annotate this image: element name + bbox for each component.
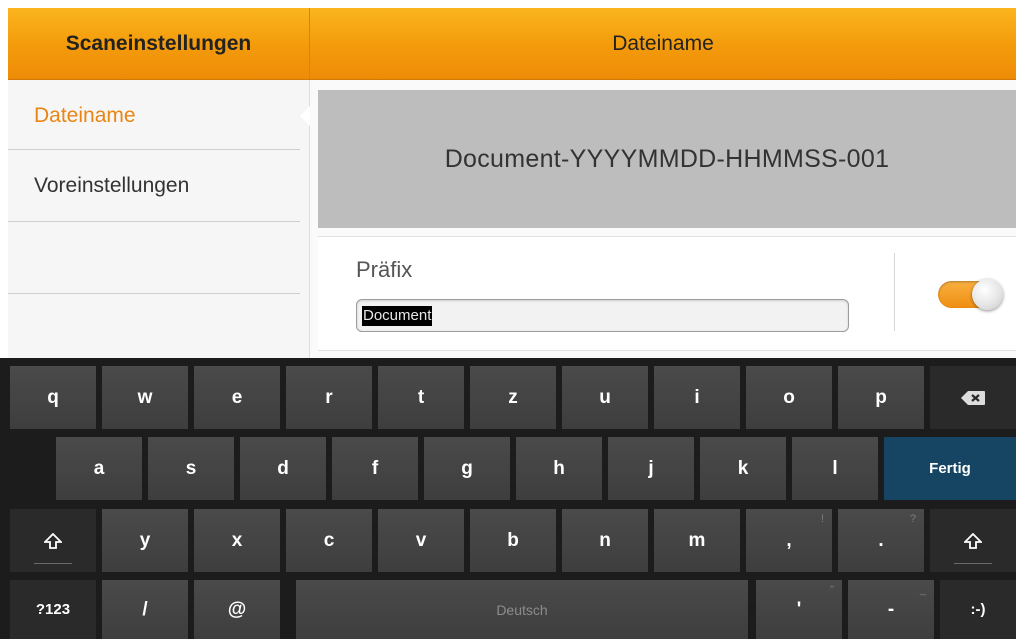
key-t[interactable]: t — [378, 366, 464, 429]
shift-icon — [44, 532, 62, 549]
divider — [894, 253, 895, 331]
key-dash-hint: _ — [919, 584, 926, 596]
header-bar: Scaneinstellungen Dateiname — [8, 8, 1016, 80]
key-h[interactable]: h — [516, 437, 602, 500]
key-comma[interactable]: , ! — [746, 509, 832, 572]
key-c[interactable]: c — [286, 509, 372, 572]
key-at[interactable]: @ — [194, 580, 280, 639]
key-a[interactable]: a — [56, 437, 142, 500]
prefix-toggle[interactable] — [938, 279, 1003, 310]
key-l[interactable]: l — [792, 437, 878, 500]
key-dash-label: - — [887, 598, 895, 620]
sidebar: Dateiname Voreinstellungen — [8, 80, 312, 360]
smiley-key[interactable]: :-) — [940, 580, 1016, 639]
symbols-key[interactable]: ?123 — [10, 580, 96, 639]
key-comma-hint: ! — [820, 513, 824, 525]
key-s[interactable]: s — [148, 437, 234, 500]
sidebar-item-voreinstellungen[interactable]: Voreinstellungen — [8, 150, 300, 222]
toggle-knob — [972, 279, 1003, 310]
key-r[interactable]: r — [286, 366, 372, 429]
key-apostrophe[interactable]: ' " — [756, 580, 842, 639]
shift-underline — [34, 563, 72, 564]
shift-key-right[interactable] — [930, 509, 1016, 572]
key-g[interactable]: g — [424, 437, 510, 500]
soft-keyboard: q w e r t z u i o p a s d f g h j k l Fe… — [0, 358, 1016, 639]
key-x[interactable]: x — [194, 509, 280, 572]
space-bar[interactable]: Deutsch — [296, 580, 748, 639]
key-n[interactable]: n — [562, 509, 648, 572]
key-b[interactable]: b — [470, 509, 556, 572]
key-d[interactable]: d — [240, 437, 326, 500]
prefix-input-value: Document — [362, 305, 433, 326]
sidebar-item-dateiname[interactable]: Dateiname — [8, 80, 300, 150]
key-m[interactable]: m — [654, 509, 740, 572]
key-p[interactable]: p — [838, 366, 924, 429]
key-period-hint: ? — [909, 513, 916, 525]
key-dash[interactable]: - _ — [848, 580, 934, 639]
shift-icon — [964, 532, 982, 549]
key-e[interactable]: e — [194, 366, 280, 429]
done-button[interactable]: Fertig — [884, 437, 1016, 500]
key-period[interactable]: . ? — [838, 509, 924, 572]
settings-title: Scaneinstellungen — [8, 8, 310, 79]
key-y[interactable]: y — [102, 509, 188, 572]
backspace-icon — [961, 390, 985, 405]
prefix-row: Präfix Document — [318, 236, 1016, 351]
backspace-key[interactable] — [930, 366, 1016, 429]
key-q[interactable]: q — [10, 366, 96, 429]
key-z[interactable]: z — [470, 366, 556, 429]
key-v[interactable]: v — [378, 509, 464, 572]
main-panel: Document-YYYYMMDD-HHMMSS-001 Präfix Docu… — [310, 80, 1016, 360]
filename-preview: Document-YYYYMMDD-HHMMSS-001 — [318, 90, 1016, 228]
key-period-label: . — [878, 529, 884, 551]
key-apostrophe-hint: " — [830, 584, 834, 596]
key-w[interactable]: w — [102, 366, 188, 429]
prefix-input[interactable]: Document — [356, 299, 849, 332]
key-comma-label: , — [786, 529, 792, 551]
key-o[interactable]: o — [746, 366, 832, 429]
sidebar-item-empty — [8, 222, 300, 294]
shift-underline — [954, 563, 992, 564]
shift-key-left[interactable] — [10, 509, 96, 572]
sidebar-item-label: Dateiname — [34, 104, 136, 127]
prefix-label: Präfix — [356, 257, 413, 282]
key-f[interactable]: f — [332, 437, 418, 500]
key-k[interactable]: k — [700, 437, 786, 500]
page-title: Dateiname — [612, 31, 714, 55]
key-apostrophe-label: ' — [796, 598, 802, 620]
key-slash[interactable]: / — [102, 580, 188, 639]
sidebar-item-label: Voreinstellungen — [34, 173, 190, 197]
key-j[interactable]: j — [608, 437, 694, 500]
key-u[interactable]: u — [562, 366, 648, 429]
key-i[interactable]: i — [654, 366, 740, 429]
